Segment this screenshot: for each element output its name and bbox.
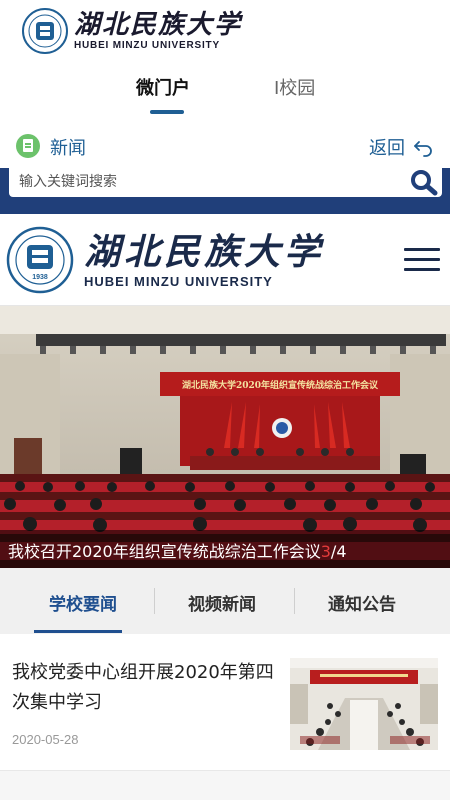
news-slideshow[interactable]: 湖北民族大学2020年组织宣传统战综治工作会议 我校召开2020年组织宣传统战综… <box>0 306 450 568</box>
slide-total: /4 <box>330 542 347 561</box>
seal-icon <box>22 8 68 54</box>
slide-current-index: 3 <box>320 542 331 561</box>
stage-banner: 湖北民族大学2020年组织宣传统战综治工作会议 <box>182 379 379 391</box>
tab-divider <box>154 588 155 614</box>
tab-school-news[interactable]: 学校要闻 <box>49 590 117 615</box>
university-logo[interactable]: 湖北民族大学 HUBEI MINZU UNIVERSITY <box>22 8 242 54</box>
article-thumbnail[interactable] <box>290 658 438 750</box>
site-logo[interactable]: 1938 湖北民族大学 HUBEI MINZU UNIVERSITY <box>6 226 324 294</box>
tab-micro-portal[interactable]: 微门户 <box>136 74 190 100</box>
back-arrow-icon <box>414 141 432 157</box>
search-band <box>0 168 450 214</box>
tab-divider <box>294 588 295 614</box>
search-box <box>9 168 442 197</box>
article-title[interactable]: 我校党委中心组开展2020年第四次集中学习 <box>12 658 282 718</box>
list-item[interactable]: 我校党委中心组开展2020年第四次集中学习 2020-05-28 <box>0 640 450 760</box>
active-tab-indicator <box>34 630 122 633</box>
back-button[interactable]: 返回 <box>369 134 433 160</box>
tab-i-campus[interactable]: I校园 <box>274 74 315 100</box>
slide-caption-text: 我校召开2020年组织宣传统战综治工作会议 <box>8 542 321 561</box>
search-icon[interactable] <box>408 168 438 196</box>
site-header: 1938 湖北民族大学 HUBEI MINZU UNIVERSITY <box>0 214 450 306</box>
logo-english-name: HUBEI MINZU UNIVERSITY <box>74 40 220 51</box>
back-label: 返回 <box>369 138 405 159</box>
slide-caption[interactable]: 我校召开2020年组织宣传统战综治工作会议3/4 <box>8 538 347 562</box>
portal-tabs: 微门户 I校园 <box>0 64 450 120</box>
active-tab-indicator <box>150 110 184 114</box>
seal-year: 1938 <box>32 274 48 281</box>
logo-chinese-name: 湖北民族大学 <box>74 10 243 40</box>
section-title: 新闻 <box>50 138 86 159</box>
site-english-name: HUBEI MINZU UNIVERSITY <box>84 274 273 289</box>
article-date: 2020-05-28 <box>12 732 79 747</box>
menu-icon[interactable] <box>404 248 440 272</box>
news-category-tabs: 学校要闻 视频新闻 通知公告 <box>0 568 450 634</box>
search-input[interactable] <box>19 170 399 194</box>
seal-icon: 1938 <box>6 226 74 294</box>
slide-image: 湖北民族大学2020年组织宣传统战综治工作会议 <box>0 306 450 568</box>
news-icon <box>16 134 40 158</box>
list-divider <box>0 770 450 800</box>
tab-notices[interactable]: 通知公告 <box>328 590 396 615</box>
slide-caption-bar: 我校召开2020年组织宣传统战综治工作会议3/4 <box>0 530 450 568</box>
section-bar: 新闻 返回 <box>0 128 450 168</box>
site-chinese-name: 湖北民族大学 <box>84 231 325 273</box>
tab-video-news[interactable]: 视频新闻 <box>188 590 256 615</box>
app-header: 湖北民族大学 HUBEI MINZU UNIVERSITY <box>0 0 450 64</box>
